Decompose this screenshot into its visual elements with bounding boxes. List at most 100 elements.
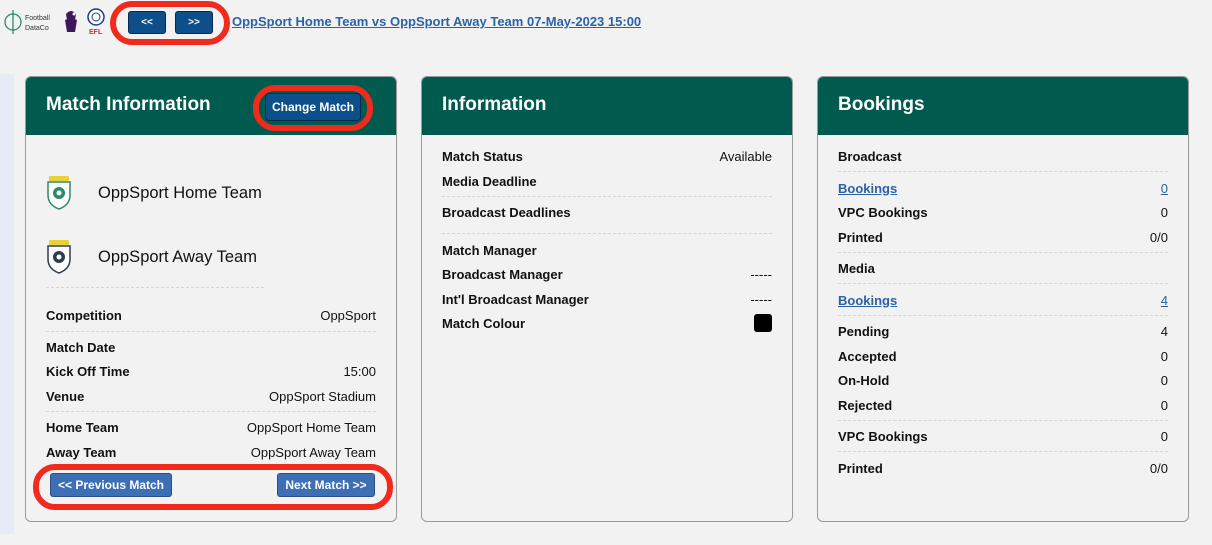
row-label: Away Team [46,444,117,460]
broadcast-heading: Broadcast [838,148,902,164]
bookings-header: Bookings [818,77,1188,135]
row-value: 0 [1160,397,1168,413]
row-label: On-Hold [838,372,890,388]
broadcast-vpc-row: VPC Bookings 0 [838,201,1168,223]
home-team-entry: OppSport Home Team [46,175,262,211]
broadcast-bookings-count-link[interactable]: 0 [1161,181,1168,196]
row-value: 0 [1160,348,1168,364]
divider [838,171,1168,172]
bookings-title: Bookings [838,94,925,115]
row-value: OppSport Away Team [250,444,376,460]
info-row-away-team: Away Team OppSport Away Team [46,441,376,463]
divider [838,420,1168,421]
accepted-row: Accepted 0 [838,345,1168,367]
row-label: Venue [46,388,85,404]
match-information-card: Match Information OppSport Home Team Opp… [25,76,397,522]
information-title: Information [442,94,547,115]
away-team-crest-icon [47,240,71,274]
media-bookings-link[interactable]: Bookings [838,293,897,308]
broadcast-printed-row: Printed 0/0 [838,226,1168,248]
row-label: Competition [46,307,122,323]
info-row-match-status: Match Status Available [442,145,772,167]
row-label: Kick Off Time [46,363,130,379]
row-label: Broadcast Manager [442,266,563,282]
next-button[interactable]: >> [175,11,213,34]
row-label: Match Colour [442,315,526,331]
row-label: Home Team [46,419,119,435]
row-value: 0 [1160,204,1168,220]
info-row-match-colour: Match Colour [442,312,772,334]
football-dataco-logo: Football DataCo [4,10,50,34]
divider [838,315,1168,316]
info-row-match-manager: Match Manager [442,239,772,261]
row-label: Accepted [838,348,897,364]
away-team-name: OppSport Away Team [98,247,257,266]
row-label: Printed [838,229,883,245]
broadcast-bookings-link[interactable]: Bookings [838,181,897,196]
row-label: Broadcast Deadlines [442,204,571,220]
row-value: ----- [750,291,772,307]
match-colour-swatch [754,314,772,332]
broadcast-bookings-row: Bookings 0 [838,177,1168,199]
bookings-card: Bookings Broadcast Bookings 0 VPC Bookin… [817,76,1189,522]
information-header: Information [422,77,792,135]
broadcast-heading-row: Broadcast [838,145,1168,167]
efl-logo-text: EFL [89,29,103,36]
row-label: Int'l Broadcast Manager [442,291,589,307]
info-row-venue: Venue OppSport Stadium [46,385,376,407]
next-match-button[interactable]: Next Match >> [277,473,375,497]
information-card: Information Match Status Available Media… [421,76,793,522]
info-row-kick-off-time: Kick Off Time 15:00 [46,360,376,382]
divider [838,252,1168,253]
row-label: Printed [838,460,883,476]
row-value: Available [719,148,772,164]
premier-league-logo [65,11,77,32]
divider [442,233,772,234]
info-row-media-deadline: Media Deadline [442,170,772,192]
row-value: 0 [1160,428,1168,444]
media-bookings-count-link[interactable]: 4 [1161,293,1168,308]
efl-logo: EFL [87,8,105,36]
match-title-link[interactable]: OppSport Home Team vs OppSport Away Team… [232,14,641,29]
pending-row: Pending 4 [838,320,1168,342]
previous-button[interactable]: << [128,11,166,34]
row-label: VPC Bookings [838,204,928,220]
row-value: 0/0 [1149,460,1168,476]
fdc-logo-text-2: DataCo [25,25,49,32]
change-match-button[interactable]: Change Match [265,93,361,121]
row-value: OppSport Home Team [246,419,376,435]
row-label: Match Status [442,148,523,164]
row-label: Rejected [838,397,893,413]
divider [838,451,1168,452]
media-bookings-row: Bookings 4 [838,289,1168,311]
divider [442,196,772,197]
row-value: 15:00 [343,363,376,379]
match-information-title: Match Information [46,94,211,115]
fdc-logo-text-1: Football [25,15,50,22]
row-label: Match Date [46,339,116,355]
divider [46,287,264,288]
divider [46,331,376,332]
info-row-competition: Competition OppSport [46,304,376,326]
info-row-broadcast-deadlines: Broadcast Deadlines [442,201,772,223]
info-row-home-team: Home Team OppSport Home Team [46,416,376,438]
info-row-broadcast-manager: Broadcast Manager ----- [442,263,772,285]
row-label: Media Deadline [442,173,537,189]
previous-match-button[interactable]: << Previous Match [50,473,172,497]
divider [46,411,376,412]
info-row-match-date: Match Date [46,336,376,358]
row-label: Pending [838,323,890,339]
away-team-entry: OppSport Away Team [46,239,257,275]
media-heading: Media [838,260,875,276]
onhold-row: On-Hold 0 [838,369,1168,391]
row-value: OppSport [320,307,376,323]
media-vpc-row: VPC Bookings 0 [838,425,1168,447]
rejected-row: Rejected 0 [838,394,1168,416]
home-team-crest-icon [47,176,71,210]
info-row-intl-broadcast-manager: Int'l Broadcast Manager ----- [442,288,772,310]
media-printed-row: Printed 0/0 [838,457,1168,479]
home-team-name: OppSport Home Team [98,183,262,202]
row-value: 4 [1160,323,1168,339]
row-value: 0/0 [1149,229,1168,245]
row-value: 0 [1160,372,1168,388]
